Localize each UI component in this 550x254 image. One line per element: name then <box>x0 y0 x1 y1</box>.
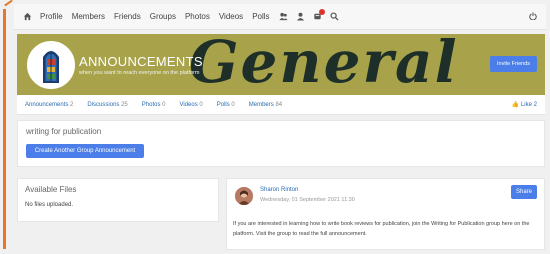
group-title: ANNOUNCEMENTS <box>79 54 203 69</box>
group-subtitle: when you want to reach everyone on the p… <box>79 70 200 76</box>
share-button[interactable]: Share <box>511 185 537 199</box>
tab-discussions[interactable]: Discussions 25 <box>87 102 127 108</box>
invite-friends-button[interactable]: Invite Friends <box>490 56 537 72</box>
nav-videos[interactable]: Videos <box>219 12 243 21</box>
files-empty-message: No files uploaded. <box>25 202 74 208</box>
tab-polls[interactable]: Polls 0 <box>217 102 235 108</box>
friends-requests-icon[interactable] <box>278 12 288 21</box>
banner-background-text: General <box>189 34 459 95</box>
group-banner: General ANNOUNCEMENTS when you want to r… <box>17 34 545 95</box>
top-navigation: Profile Members Friends Groups Photos Vi… <box>14 4 546 30</box>
tab-photos[interactable]: Photos 0 <box>142 102 166 108</box>
announcement-post: Sharon Rinton Wednesday, 01 September 20… <box>226 178 545 250</box>
home-icon[interactable] <box>23 12 32 21</box>
annotation-arrow <box>4 0 13 7</box>
notifications-icon[interactable] <box>313 9 325 21</box>
thumbs-up-icon: 👍 <box>511 102 520 108</box>
announcement-panel: writing for publication Create Another G… <box>17 120 545 167</box>
tab-announcements[interactable]: Announcements 2 <box>25 102 73 108</box>
files-panel: Available Files No files uploaded. <box>17 178 219 222</box>
nav-profile[interactable]: Profile <box>40 12 63 21</box>
announcement-title: writing for publication <box>26 127 102 136</box>
logout-icon[interactable] <box>529 12 537 22</box>
nav-polls[interactable]: Polls <box>252 12 269 21</box>
nav-members[interactable]: Members <box>72 12 105 21</box>
group-tabs: Announcements 2 Discussions 25 Photos 0 … <box>17 95 545 115</box>
tab-members[interactable]: Members 84 <box>249 102 282 108</box>
author-name[interactable]: Sharon Rinton <box>260 187 298 193</box>
post-date: Wednesday, 01 September 2021 11:30 <box>260 197 355 203</box>
post-body: If you are interested in learning how to… <box>233 221 530 237</box>
tab-videos[interactable]: Videos 0 <box>179 102 202 108</box>
nav-photos[interactable]: Photos <box>185 12 210 21</box>
search-icon[interactable] <box>330 12 339 21</box>
files-title: Available Files <box>25 185 77 194</box>
annotation-bar <box>3 9 6 249</box>
author-avatar[interactable] <box>235 187 253 205</box>
create-announcement-button[interactable]: Create Another Group Announcement <box>26 144 144 158</box>
nav-friends[interactable]: Friends <box>114 12 141 21</box>
group-avatar <box>27 41 75 89</box>
nav-groups[interactable]: Groups <box>150 12 176 21</box>
like-button[interactable]: 👍 Like 2 <box>512 101 537 108</box>
notification-badge <box>318 9 325 15</box>
user-icon[interactable] <box>296 12 305 21</box>
